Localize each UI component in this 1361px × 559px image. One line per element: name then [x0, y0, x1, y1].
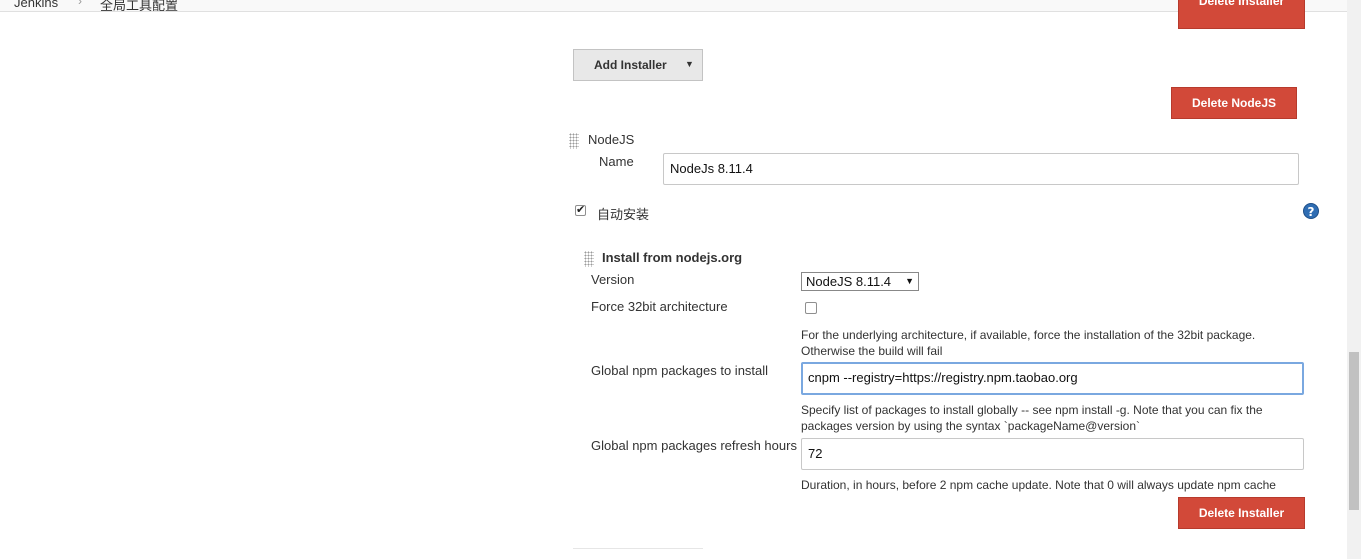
breadcrumb-separator-icon: ›	[78, 0, 82, 8]
delete-installer-label: Delete Installer	[1198, 506, 1285, 520]
npm-packages-help: Specify list of packages to install glob…	[801, 402, 1281, 434]
force32-help: For the underlying architecture, if avai…	[801, 327, 1271, 359]
refresh-hours-label: Global npm packages refresh hours	[591, 438, 797, 453]
breadcrumb-global-tool-config[interactable]: 全局工具配置	[100, 0, 178, 11]
add-installer-button[interactable]: Add Installer ▼	[573, 49, 703, 81]
divider	[573, 548, 703, 549]
breadcrumb-jenkins[interactable]: Jenkins	[14, 0, 58, 10]
caret-down-icon: ▼	[685, 59, 694, 69]
scrollbar[interactable]	[1347, 0, 1361, 559]
name-field[interactable]: NodeJs 8.11.4	[663, 153, 1299, 185]
help-icon[interactable]: ?	[1303, 203, 1319, 219]
delete-installer-button-top[interactable]: Delete Installer	[1178, 0, 1305, 29]
version-select-value: NodeJS 8.11.4	[806, 274, 892, 289]
force32-help-line2: Otherwise the build will fail	[801, 344, 943, 358]
installer-title: Install from nodejs.org	[602, 250, 743, 265]
add-installer-label: Add Installer	[594, 58, 667, 72]
refresh-hours-help: Duration, in hours, before 2 npm cache u…	[801, 478, 1276, 492]
name-value: NodeJs 8.11.4	[670, 161, 753, 176]
breadcrumb-bar: Jenkins › 全局工具配置	[0, 0, 1361, 12]
version-select[interactable]: NodeJS 8.11.4 ▼	[801, 272, 919, 291]
auto-install-checkbox[interactable]	[575, 203, 586, 216]
force32-checkbox[interactable]	[805, 302, 817, 314]
delete-nodejs-label: Delete NodeJS	[1191, 96, 1277, 110]
drag-handle-icon[interactable]	[584, 251, 594, 267]
npm-packages-help-line1: Specify list of packages to install glob…	[801, 403, 1263, 417]
force32-help-line1: For the underlying architecture, if avai…	[801, 328, 1256, 342]
nodejs-section-title: NodeJS	[588, 132, 635, 147]
npm-packages-help-line2: packages version by using the syntax `pa…	[801, 419, 1141, 433]
delete-installer-top-label: Delete Installer	[1198, 0, 1285, 8]
force32-label: Force 32bit architecture	[591, 299, 728, 314]
delete-nodejs-button[interactable]: Delete NodeJS	[1171, 87, 1297, 119]
npm-packages-label: Global npm packages to install	[591, 363, 769, 378]
auto-install-label: 自动安装	[597, 207, 650, 222]
npm-packages-value: cnpm --registry=https://registry.npm.tao…	[808, 370, 1078, 385]
name-label: Name	[599, 154, 634, 169]
version-label: Version	[591, 272, 635, 287]
refresh-hours-field[interactable]: 72	[801, 438, 1304, 470]
caret-down-icon: ▼	[905, 276, 914, 286]
delete-installer-button[interactable]: Delete Installer	[1178, 497, 1305, 529]
scrollbar-thumb[interactable]	[1349, 352, 1359, 510]
refresh-hours-value: 72	[808, 446, 823, 461]
npm-packages-field[interactable]: cnpm --registry=https://registry.npm.tao…	[801, 362, 1304, 395]
drag-handle-icon[interactable]	[569, 133, 579, 149]
